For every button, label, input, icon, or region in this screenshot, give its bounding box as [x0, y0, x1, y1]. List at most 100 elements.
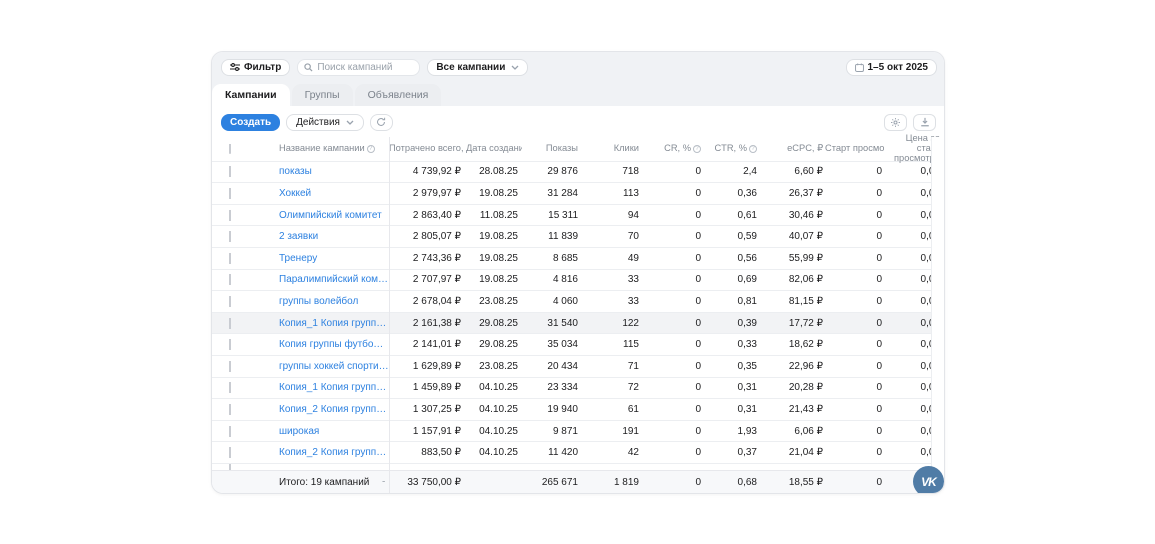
column-header-ecpc[interactable]: eCPC, ₽ [759, 144, 825, 154]
column-label: Потрачено всего, ₽ [389, 144, 466, 153]
cell-spent: 2 805,07 ₽ [389, 231, 466, 242]
totals-dash: - [382, 477, 385, 488]
row-checkbox[interactable] [229, 382, 231, 393]
cell-cr: 0 [640, 188, 702, 199]
row-checkbox[interactable] [229, 210, 231, 221]
settings-button[interactable] [884, 114, 907, 131]
column-header-date[interactable]: Дата создания [466, 144, 522, 154]
cell-view-start: 0 [825, 318, 884, 329]
cell-ecpc: 20,28 ₽ [759, 382, 825, 393]
column-label: CR, % [664, 144, 691, 153]
cell-date: 28.08.25 [466, 166, 522, 177]
actions-dropdown-button[interactable]: Действия [286, 114, 364, 131]
cell-view-start: 0 [825, 166, 884, 177]
column-label: Дата создания [466, 144, 522, 153]
cell-spent: 2 141,01 ₽ [389, 339, 466, 350]
cell-date: 23.08.25 [466, 296, 522, 307]
row-checkbox[interactable] [229, 463, 231, 470]
cell-date: 11.08.25 [466, 210, 522, 221]
column-header-impressions[interactable]: Показы [522, 144, 580, 154]
campaign-name-link[interactable]: Олимпийский комитет [279, 210, 389, 221]
column-header-clicks[interactable]: Клики [580, 144, 640, 154]
vk-logo[interactable]: VK [913, 466, 944, 494]
cell-cr: 0 [640, 426, 702, 437]
cell-view-start: 0 [825, 231, 884, 242]
totals-cr: 0 [640, 477, 702, 488]
cell-ctr: 0,39 [702, 318, 759, 329]
cell-impressions: 4 816 [522, 274, 580, 285]
column-header-name[interactable]: Название кампании? [276, 144, 389, 154]
cell-cr: 0 [640, 253, 702, 264]
cell-ctr: 0,35 [702, 361, 759, 372]
row-checkbox[interactable] [229, 296, 231, 307]
cell-impressions: 20 434 [522, 361, 580, 372]
campaign-name-link[interactable]: Паралимпийский комитет [279, 274, 389, 285]
chevron-down-icon [346, 120, 354, 125]
campaign-scope-label: Все кампании [436, 62, 505, 73]
cell-impressions: 31 540 [522, 318, 580, 329]
row-checkbox[interactable] [229, 318, 231, 329]
row-checkbox[interactable] [229, 447, 231, 458]
campaign-name-link[interactable]: Копия_1 Копия группы футбол 1... [279, 318, 389, 329]
cell-clicks: 122 [580, 318, 640, 329]
row-checkbox[interactable] [229, 404, 231, 415]
cell-ctr: 2,4 [702, 166, 759, 177]
cell-spent: 2 678,04 ₽ [389, 296, 466, 307]
cell-view-start: 0 [825, 382, 884, 393]
create-button[interactable]: Создать [221, 114, 280, 131]
hint-question-icon[interactable]: ? [749, 145, 757, 153]
campaign-name-link[interactable]: 2 заявки [279, 231, 389, 242]
campaign-name-link[interactable]: Копия_1 Копия группы футбол 1... [279, 382, 389, 393]
totals-label: Итого: 19 кампаний [276, 477, 389, 488]
totals-impressions: 265 671 [522, 477, 580, 488]
row-checkbox[interactable] [229, 339, 231, 350]
refresh-button[interactable] [370, 114, 393, 131]
vertical-scrollbar[interactable] [931, 137, 944, 493]
export-button[interactable] [913, 114, 936, 131]
campaign-name-link[interactable]: Копия_2 Копия группы футбол ... [279, 404, 389, 415]
row-checkbox[interactable] [229, 361, 231, 372]
row-checkbox[interactable] [229, 426, 231, 437]
cell-spent: 1 307,25 ₽ [389, 404, 466, 415]
cell-ctr: 0,59 [702, 231, 759, 242]
row-checkbox[interactable] [229, 274, 231, 285]
row-checkbox[interactable] [229, 253, 231, 264]
campaign-name-link[interactable]: показы [279, 166, 389, 177]
row-checkbox[interactable] [229, 231, 231, 242]
cell-ecpc: 18,62 ₽ [759, 339, 825, 350]
column-header-spent[interactable]: Потрачено всего, ₽ ↓ [389, 144, 466, 154]
campaign-name-link[interactable]: Копия_2 Копия группы футбол ... [279, 447, 389, 458]
tab-campaigns[interactable]: Кампании [212, 84, 290, 106]
hint-question-icon[interactable]: ? [693, 145, 701, 153]
cell-spent: 2 863,40 ₽ [389, 210, 466, 221]
filter-button[interactable]: Фильтр [221, 59, 290, 76]
cell-impressions: 15 311 [522, 210, 580, 221]
tab-ads[interactable]: Объявления [355, 84, 442, 106]
campaign-name-link[interactable]: Тренеру [279, 253, 389, 264]
column-header-view_start[interactable]: Старт просмотра [825, 144, 884, 154]
tab-groups[interactable]: Группы [292, 84, 353, 106]
date-range-picker[interactable]: 1–5 окт 2025 [846, 59, 938, 76]
campaign-name-link[interactable]: группы хоккей спортинтерес [279, 361, 389, 372]
campaign-name-link[interactable]: широкая [279, 426, 389, 437]
column-header-cr[interactable]: CR, %? [640, 144, 702, 154]
hint-question-icon[interactable]: ? [367, 145, 375, 153]
campaign-scope-dropdown[interactable]: Все кампании [427, 59, 528, 76]
cell-impressions: 19 940 [522, 404, 580, 415]
cell-ecpc: 40,07 ₽ [759, 231, 825, 242]
search-input[interactable] [317, 62, 413, 73]
date-range-label: 1–5 окт 2025 [868, 62, 929, 73]
campaign-name-link[interactable]: Копия группы футбол 1 заявка [279, 339, 389, 350]
cell-cr: 0 [640, 447, 702, 458]
select-all-checkbox[interactable] [229, 144, 231, 154]
row-checkbox[interactable] [229, 166, 231, 177]
cell-impressions: 23 334 [522, 382, 580, 393]
column-label: CTR, % [714, 144, 747, 153]
search-box [297, 59, 420, 76]
campaign-name-link[interactable]: группы волейбол [279, 296, 389, 307]
campaign-name-link[interactable]: Хоккей [279, 188, 389, 199]
column-header-ctr[interactable]: CTR, %? [702, 144, 759, 154]
cell-ecpc: 82,06 ₽ [759, 274, 825, 285]
row-checkbox[interactable] [229, 188, 231, 199]
cell-cr: 0 [640, 231, 702, 242]
